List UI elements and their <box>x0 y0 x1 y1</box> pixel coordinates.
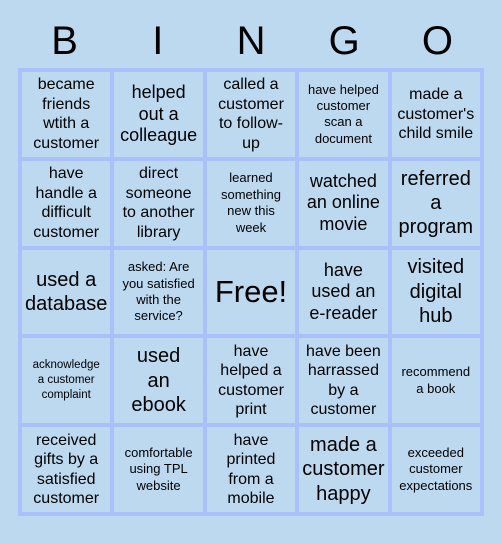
bingo-cell-label: have helped customer scan a document <box>307 81 379 146</box>
bingo-cell-label: helped out a colleague <box>120 82 198 146</box>
bingo-cell[interactable]: have used an e-reader <box>299 249 388 335</box>
bingo-cell[interactable]: used an ebook <box>114 338 203 424</box>
bingo-cell-label: learned something new this week <box>221 170 281 235</box>
bingo-cell-label: asked: Are you satisfied with the servic… <box>122 259 195 324</box>
bingo-card: B I N G O became friends wtith a custome… <box>0 0 502 544</box>
bingo-cell[interactable]: comfortable using TPL website <box>114 427 203 512</box>
bingo-cell-label: made a customer happy <box>302 434 385 505</box>
bingo-cell[interactable]: exceeded customer expectations <box>391 427 480 512</box>
bingo-cell-free[interactable]: Free! <box>206 249 296 335</box>
bingo-cell-label: have printed from a mobile <box>226 431 276 508</box>
bingo-cell-label: recommend a book <box>401 364 471 396</box>
header-letter-b: B <box>51 19 78 63</box>
bingo-cell-label: received gifts by a satisfied customer <box>33 431 100 508</box>
bingo-cell[interactable]: learned something new this week <box>206 160 296 246</box>
bingo-cell[interactable]: received gifts by a satisfied customer <box>22 427 111 512</box>
header-letter-o: O <box>421 19 453 63</box>
bingo-cell-label: became friends wtith a customer <box>33 76 100 152</box>
bingo-cell-label: acknowledge a customer complaint <box>32 359 100 402</box>
bingo-cell[interactable]: called a customer to follow- up <box>206 72 296 157</box>
bingo-cell-label: Free! <box>214 273 288 309</box>
bingo-cell[interactable]: became friends wtith a customer <box>22 72 111 157</box>
bingo-cell[interactable]: helped out a colleague <box>114 72 203 157</box>
bingo-cell[interactable]: have handle a difficult customer <box>22 160 111 246</box>
bingo-cell[interactable]: watched an online movie <box>299 160 388 246</box>
bingo-cell-label: have used an e-reader <box>309 259 378 323</box>
bingo-cell-label: referred a program <box>398 167 474 239</box>
bingo-cell-label: used a database <box>25 268 108 315</box>
bingo-header-row: B I N G O <box>18 14 484 68</box>
bingo-cell-label: have been harrassed by a customer <box>306 342 381 419</box>
header-letter-i: I <box>152 19 164 63</box>
bingo-cell[interactable]: direct someone to another library <box>114 160 203 246</box>
bingo-cell[interactable]: have been harrassed by a customer <box>299 338 388 424</box>
bingo-cell[interactable]: acknowledge a customer complaint <box>22 338 111 424</box>
bingo-cell[interactable]: used a database <box>22 249 111 335</box>
bingo-cell-label: made a customer's child smile <box>397 86 475 143</box>
bingo-cell[interactable]: have helped a customer print <box>206 338 296 424</box>
bingo-cell-label: called a customer to follow- up <box>218 76 284 152</box>
bingo-cell[interactable]: have printed from a mobile <box>206 427 296 512</box>
bingo-cell-label: visited digital hub <box>407 256 465 328</box>
bingo-cell-label: used an ebook <box>131 345 186 416</box>
bingo-cell[interactable]: have helped customer scan a document <box>299 72 388 157</box>
bingo-cell-label: comfortable using TPL website <box>124 445 193 493</box>
bingo-cell-label: direct someone to another library <box>122 165 195 241</box>
bingo-cell-label: watched an online movie <box>306 170 380 234</box>
bingo-cell[interactable]: visited digital hub <box>391 249 480 335</box>
header-letter-g: G <box>328 19 360 63</box>
header-letter-n: N <box>236 19 266 63</box>
bingo-cell[interactable]: made a customer's child smile <box>391 72 480 157</box>
bingo-cell-label: have handle a difficult customer <box>33 165 100 241</box>
bingo-cell[interactable]: referred a program <box>391 160 480 246</box>
bingo-cell[interactable]: asked: Are you satisfied with the servic… <box>114 249 203 335</box>
bingo-cell[interactable]: recommend a book <box>391 338 480 424</box>
bingo-cell-label: exceeded customer expectations <box>399 445 473 493</box>
bingo-cell[interactable]: made a customer happy <box>299 427 388 512</box>
bingo-grid: became friends wtith a customer helped ou… <box>18 68 484 516</box>
bingo-cell-label: have helped a customer print <box>218 342 284 419</box>
